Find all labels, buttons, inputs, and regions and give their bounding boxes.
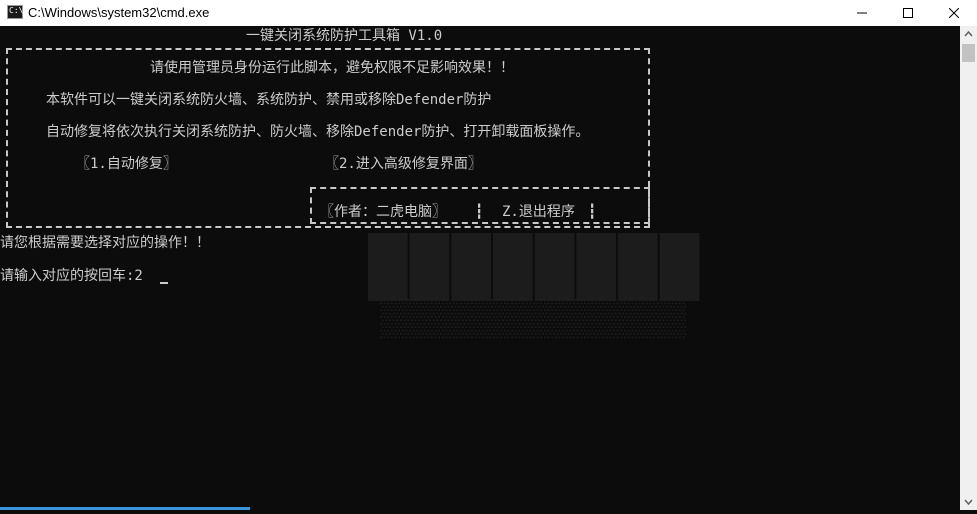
close-button[interactable]: [931, 0, 977, 26]
maximize-icon: [903, 8, 913, 18]
title-bar: C:\ C:\Windows\system32\cmd.exe: [0, 0, 977, 26]
minimize-button[interactable]: [839, 0, 885, 26]
select-prompt: 请您根据需要选择对应的操作！！: [0, 235, 210, 251]
chevron-down-icon: [964, 499, 973, 506]
cmd-icon: C:\: [7, 5, 23, 19]
author-label: 〖作者：二虎电脑〗: [320, 204, 446, 220]
description-line-2: 自动修复将依次执行关闭系统防护、防火墙、移除Defender防护、打开卸载面板操…: [46, 124, 590, 140]
text-cursor: [160, 282, 168, 284]
maximize-button[interactable]: [885, 0, 931, 26]
tool-title: 一键关闭系统防护工具箱 V1.0: [246, 28, 443, 44]
watermark-decoration: ████████: [368, 233, 702, 296]
option-exit: Z.退出程序: [502, 204, 575, 220]
scrollbar-thumb[interactable]: [962, 44, 975, 62]
vertical-scrollbar[interactable]: [960, 26, 977, 510]
console-output[interactable]: ████████ ▒▒▒▒▒▒▒▒▒▒▒▒ 一键关闭系统防护工具箱 V1.0 请…: [0, 26, 960, 510]
option-advanced-repair: 〖2.进入高级修复界面〗: [325, 156, 482, 172]
option-auto-repair: 〖1.自动修复〗: [76, 156, 177, 172]
watermark-decoration-2: ▒▒▒▒▒▒▒▒▒▒▒▒: [380, 296, 687, 337]
minimize-icon: [857, 12, 867, 14]
separator-end: ┇: [588, 204, 597, 220]
close-icon: [949, 8, 959, 18]
scroll-down-button[interactable]: [960, 493, 977, 510]
description-line-1: 本软件可以一键关闭系统防火墙、系统防护、禁用或移除Defender防护: [46, 92, 492, 108]
scroll-up-button[interactable]: [960, 26, 977, 43]
admin-notice: 请使用管理员身份运行此脚本，避免权限不足影响效果！！: [150, 60, 514, 76]
window-title: C:\Windows\system32\cmd.exe: [28, 5, 210, 20]
input-prompt: 请输入对应的按回车:2: [0, 268, 143, 284]
chevron-up-icon: [964, 30, 973, 37]
separator: ┇: [475, 204, 484, 220]
